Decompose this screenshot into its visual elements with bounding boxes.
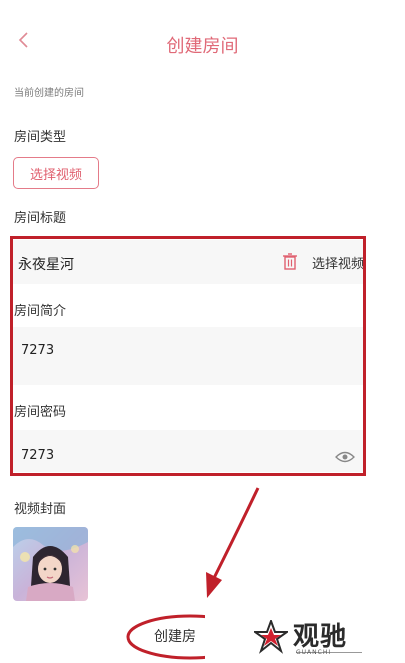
video-cover-thumbnail[interactable] <box>13 527 88 601</box>
select-video-button[interactable]: 选择视频 <box>13 157 99 189</box>
room-type-label: 房间类型 <box>14 130 67 145</box>
star-logo-icon <box>254 620 288 654</box>
create-room-button[interactable]: 创建房 <box>154 626 196 646</box>
annotation-highlight-box <box>10 236 366 476</box>
room-title-label: 房间标题 <box>14 211 67 226</box>
video-cover-label: 视频封面 <box>14 502 67 517</box>
watermark-subtext: GUANCHI <box>296 649 332 656</box>
watermark-logo-text: 观驰 <box>293 622 348 652</box>
section-caption: 当前创建的房间 <box>14 88 84 99</box>
page-title: 创建房间 <box>166 36 239 57</box>
